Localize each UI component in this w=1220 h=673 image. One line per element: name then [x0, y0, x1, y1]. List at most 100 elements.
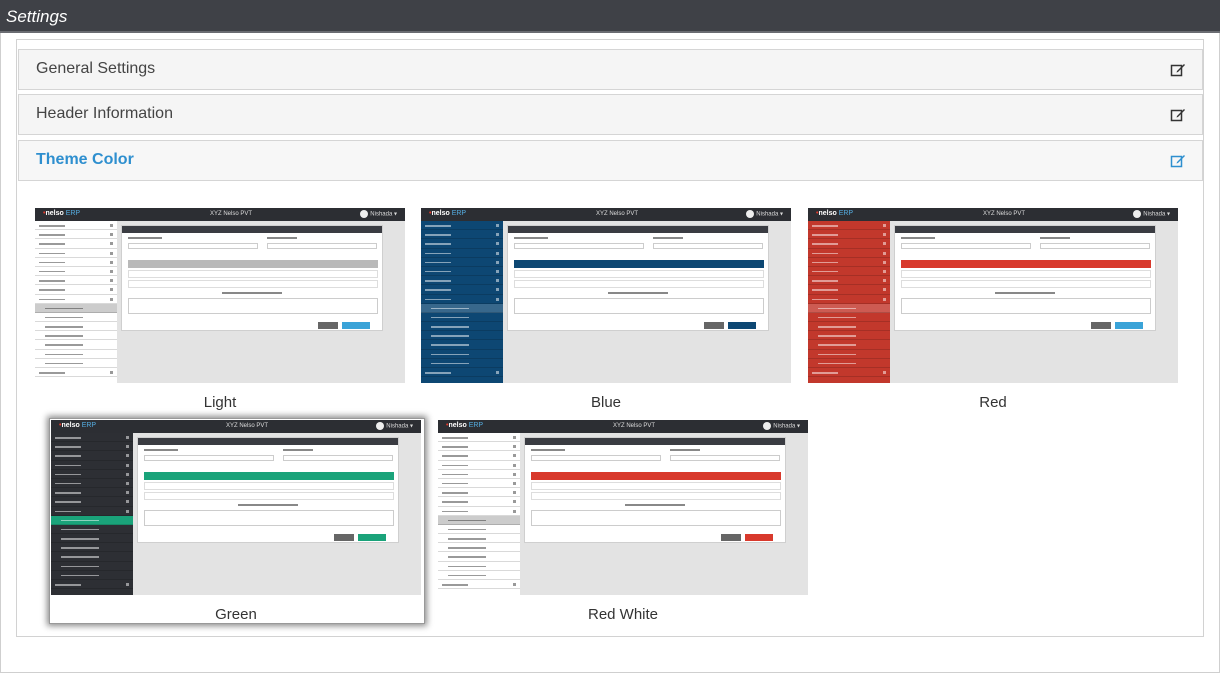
theme-label-blue[interactable]: Blue: [421, 394, 791, 411]
preview-menu-item: [35, 350, 117, 359]
preview-input: [901, 243, 1031, 249]
panel-general-settings[interactable]: General Settings: [18, 49, 1203, 90]
preview-table-row: [144, 482, 394, 490]
preview-menu-item: [808, 221, 890, 231]
preview-menu-item: [438, 497, 520, 507]
preview-logo: •nelso ERP: [43, 210, 81, 217]
preview-form-card: [137, 437, 399, 543]
preview-menu-item: [438, 543, 520, 553]
preview-input: [144, 455, 274, 461]
preview-menu-item: [51, 534, 133, 544]
preview-card-title: [895, 226, 1155, 233]
preview-table-row: [144, 492, 394, 500]
preview-menu-item: [51, 433, 133, 443]
theme-label-light[interactable]: Light: [35, 394, 405, 411]
preview-menu-item: [438, 562, 520, 571]
theme-preview-light[interactable]: •nelso ERP XYZ Nelso PVT Nishada ▾: [35, 208, 405, 383]
preview-reset-button: [721, 534, 741, 541]
preview-menu-item: [438, 488, 520, 498]
preview-menu-item: [438, 507, 520, 516]
preview-field-label: [283, 449, 313, 451]
preview-menu-item: [421, 230, 503, 240]
preview-card-title: [508, 226, 768, 233]
preview-sidebar: [51, 433, 133, 595]
preview-input: [514, 243, 644, 249]
edit-icon[interactable]: [1170, 107, 1186, 123]
preview-input: [531, 455, 661, 461]
preview-menu-item: [808, 322, 890, 332]
preview-sidebar: [438, 433, 520, 595]
theme-label-green[interactable]: Green: [51, 606, 421, 623]
preview-menu-item: [51, 451, 133, 461]
theme-preview-blue[interactable]: •nelso ERP XYZ Nelso PVT Nishada ▾: [421, 208, 791, 383]
preview-field-label: [653, 237, 683, 239]
preview-menu-item: [421, 285, 503, 295]
preview-sidebar: [808, 221, 890, 383]
preview-menu-item: [421, 359, 503, 368]
preview-menu-item: [51, 507, 133, 516]
preview-menu-item: [35, 331, 117, 341]
preview-table-row: [901, 280, 1151, 288]
preview-logo: •nelso ERP: [429, 210, 467, 217]
preview-topbar: •nelso ERP XYZ Nelso PVT Nishada ▾: [35, 208, 405, 221]
preview-total: [995, 292, 1055, 294]
preview-table-row: [128, 280, 378, 288]
preview-menu-item: [51, 470, 133, 479]
preview-menu-item: [438, 479, 520, 489]
preview-menu-item: [808, 276, 890, 286]
theme-preview-red[interactable]: •nelso ERP XYZ Nelso PVT Nishada ▾: [808, 208, 1178, 383]
preview-menu-item: [421, 368, 503, 378]
preview-app-title: XYZ Nelso PVT: [596, 211, 639, 217]
preview-menu-item: [438, 433, 520, 443]
preview-menu-item: [808, 368, 890, 378]
preview-textarea: [901, 298, 1151, 314]
edit-icon[interactable]: [1170, 62, 1186, 78]
preview-menu-item: [35, 258, 117, 267]
panel-theme-color[interactable]: Theme Color: [18, 140, 1203, 181]
edit-icon[interactable]: [1170, 153, 1186, 169]
preview-menu-item: [421, 303, 503, 313]
preview-menu-item: [421, 322, 503, 332]
preview-menu-item: [35, 340, 117, 350]
preview-menu-item: [808, 313, 890, 323]
preview-menu-item: [35, 249, 117, 258]
preview-reset-button: [704, 322, 724, 329]
preview-user: Nishada ▾: [746, 210, 783, 218]
preview-menu-item: [35, 276, 117, 286]
preview-submit-button: [1115, 322, 1143, 329]
panel-title-general-settings: General Settings: [36, 60, 156, 77]
preview-menu-item: [421, 340, 503, 350]
preview-sidebar: [421, 221, 503, 383]
preview-menu-item: [421, 276, 503, 286]
preview-user: Nishada ▾: [763, 422, 800, 430]
theme-preview-red-white[interactable]: •nelso ERP XYZ Nelso PVT Nishada ▾: [438, 420, 808, 595]
theme-label-red-white[interactable]: Red White: [438, 606, 808, 623]
preview-card-title: [138, 438, 398, 445]
theme-label-red[interactable]: Red: [808, 394, 1178, 411]
panel-header-information[interactable]: Header Information: [18, 94, 1203, 135]
preview-app-title: XYZ Nelso PVT: [983, 211, 1026, 217]
theme-preview-green[interactable]: •nelso ERP XYZ Nelso PVT Nishada ▾: [51, 420, 421, 595]
panel-title-theme-color: Theme Color: [36, 151, 134, 168]
preview-table-header: [531, 472, 781, 480]
preview-logo: •nelso ERP: [59, 422, 97, 429]
preview-field-label: [531, 449, 565, 451]
preview-app-title: XYZ Nelso PVT: [613, 423, 656, 429]
preview-menu-item: [51, 580, 133, 590]
preview-field-label: [514, 237, 548, 239]
preview-menu-item: [421, 221, 503, 231]
preview-menu-item: [808, 359, 890, 368]
preview-menu-item: [35, 267, 117, 277]
preview-menu-item: [808, 295, 890, 304]
preview-topbar: •nelso ERP XYZ Nelso PVT Nishada ▾: [438, 420, 808, 433]
preview-logo: •nelso ERP: [816, 210, 854, 217]
preview-menu-item: [35, 239, 117, 249]
preview-app-title: XYZ Nelso PVT: [210, 211, 253, 217]
preview-menu-item: [51, 543, 133, 553]
preview-menu-item: [421, 258, 503, 267]
preview-submit-button: [358, 534, 386, 541]
preview-reset-button: [1091, 322, 1111, 329]
preview-menu-item: [51, 552, 133, 562]
preview-field-label: [901, 237, 935, 239]
preview-menu-item: [808, 249, 890, 258]
